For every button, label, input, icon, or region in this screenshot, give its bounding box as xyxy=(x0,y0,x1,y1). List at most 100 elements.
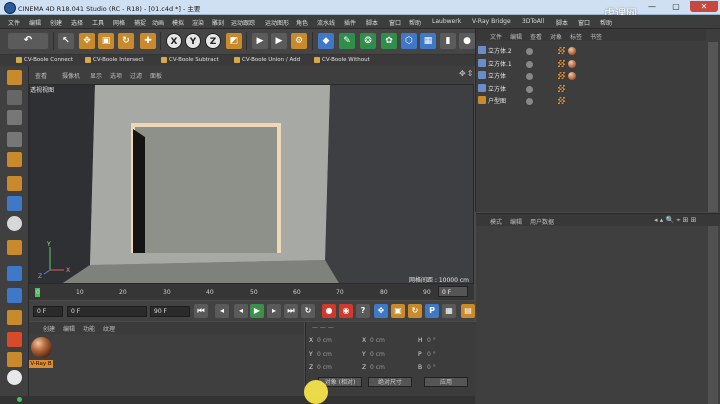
pos-y-value[interactable]: 0 cm xyxy=(317,351,332,358)
menu-pipeline[interactable]: 流水线 xyxy=(317,18,335,27)
om-menu-view[interactable]: 查看 xyxy=(530,32,542,41)
record-icon[interactable]: ● xyxy=(322,304,336,318)
solo-icon[interactable] xyxy=(7,288,22,303)
play-icon[interactable]: ▶ xyxy=(250,304,264,318)
move-tool-icon[interactable]: ✥ xyxy=(79,33,95,49)
texture-tag-icon[interactable] xyxy=(558,47,565,54)
rot-b-value[interactable]: 0 ° xyxy=(427,364,436,371)
prev-frame-icon[interactable]: ◂ xyxy=(234,304,248,318)
script-s-icon[interactable] xyxy=(7,370,22,385)
go-to-start-icon[interactable]: ⏮ xyxy=(194,304,208,318)
last-tool-icon[interactable]: ✚ xyxy=(140,33,156,49)
rot-p-value[interactable]: 0 ° xyxy=(427,351,436,358)
prev-key-icon[interactable]: ◂ xyxy=(215,304,229,318)
timeline-ruler[interactable]: 0 10 20 30 40 50 60 70 80 90 0 F xyxy=(29,284,474,300)
rot-h-value[interactable]: 0 ° xyxy=(427,337,436,344)
menu-motion-tracking[interactable]: 运动跟踪 xyxy=(231,18,255,27)
keyframe-selection-icon[interactable]: ? xyxy=(356,304,370,318)
texture-tag-icon[interactable] xyxy=(558,97,565,104)
texture-tag-icon[interactable] xyxy=(558,72,565,79)
pos-x-value[interactable]: 0 cm xyxy=(317,337,332,344)
am-menu-user-data[interactable]: 用户数据 xyxy=(530,217,554,226)
menu-help[interactable]: 帮助 xyxy=(409,18,421,27)
visibility-dot[interactable] xyxy=(526,98,533,105)
workplane-icon[interactable] xyxy=(7,240,22,255)
material-tag-icon[interactable] xyxy=(568,72,576,80)
perspective-viewport[interactable]: Y X Z xyxy=(29,84,474,284)
object-row-cube1[interactable]: 立方体.1 xyxy=(478,59,512,69)
preview-range-slider[interactable]: 0 F xyxy=(67,306,147,317)
key-pla-icon[interactable]: ▦ xyxy=(442,304,456,318)
menu-window[interactable]: 窗口 xyxy=(389,18,401,27)
material-name-label[interactable]: V-Ray B xyxy=(29,360,53,368)
sculpt-icon[interactable] xyxy=(7,332,22,347)
menu-3dtoall[interactable]: 3DToAll xyxy=(522,18,544,25)
go-to-end-icon[interactable]: ⏭ xyxy=(284,304,298,318)
menu-mograph[interactable]: 运动图形 xyxy=(265,18,289,27)
select-tool-icon[interactable]: ↖ xyxy=(58,33,74,49)
menu-create[interactable]: 创建 xyxy=(50,18,62,27)
camera-icon[interactable]: ▮ xyxy=(440,33,456,49)
subdivision-icon[interactable]: ❂ xyxy=(360,33,376,49)
paint-icon[interactable] xyxy=(7,352,22,367)
menu-mesh[interactable]: 网格 xyxy=(113,18,125,27)
cv-boole-subtract-button[interactable]: CV-Boole Subtract xyxy=(160,56,219,65)
close-button[interactable]: ✕ xyxy=(690,1,718,12)
vp-menu-view[interactable]: 查看 xyxy=(35,71,47,80)
menu-animate[interactable]: 动画 xyxy=(152,18,164,27)
menu-script[interactable]: 脚本 xyxy=(366,18,378,27)
key-position-icon[interactable]: ✥ xyxy=(374,304,388,318)
object-manager-scrollbar[interactable] xyxy=(708,42,718,212)
cv-boole-intersect-button[interactable]: CV-Boole Intersect xyxy=(84,56,144,65)
menu-select[interactable]: 选择 xyxy=(71,18,83,27)
z-axis-lock-button[interactable]: Z xyxy=(205,33,221,49)
key-parameter-icon[interactable]: P xyxy=(425,304,439,318)
coordinate-system-icon[interactable]: ◩ xyxy=(226,33,242,49)
rotate-tool-icon[interactable]: ↻ xyxy=(118,33,134,49)
texture-mode-icon[interactable] xyxy=(7,110,22,125)
minimize-button[interactable]: — xyxy=(640,1,664,12)
menu-window-2[interactable]: 窗口 xyxy=(578,18,590,27)
timeline-window-icon[interactable]: ▤ xyxy=(461,304,475,318)
vp-menu-camera[interactable]: 摄像机 xyxy=(62,71,80,80)
menu-help-2[interactable]: 帮助 xyxy=(600,18,612,27)
am-nav-icons[interactable]: ◂ ▴ 🔍 ⌖ ⊞ ⊞ xyxy=(654,216,697,225)
coord-size-dropdown[interactable]: 绝对尺寸 xyxy=(368,377,412,387)
mat-menu-create[interactable]: 创建 xyxy=(43,324,55,333)
undo-button[interactable]: ↶ xyxy=(8,33,48,49)
visibility-dot[interactable] xyxy=(526,86,533,93)
snap-icon[interactable] xyxy=(7,216,22,231)
points-mode-icon[interactable] xyxy=(7,132,22,147)
size-z-value[interactable]: 0 cm xyxy=(370,364,385,371)
object-row-floorplan[interactable]: 户型图 xyxy=(478,96,506,106)
vray-material-swatch[interactable] xyxy=(31,337,52,358)
render-picture-viewer-icon[interactable]: ▶ xyxy=(271,33,287,49)
material-tag-icon[interactable] xyxy=(568,60,576,68)
texture-tag-icon[interactable] xyxy=(558,85,565,92)
visibility-dot[interactable] xyxy=(526,48,533,55)
am-menu-edit[interactable]: 编辑 xyxy=(510,217,522,226)
texture-tag-icon[interactable] xyxy=(558,60,565,67)
visibility-dot[interactable] xyxy=(526,73,533,80)
om-menu-file[interactable]: 文件 xyxy=(490,32,502,41)
light-icon[interactable]: ● xyxy=(459,33,475,49)
cv-boole-connect-button[interactable]: CV-Boole Connect xyxy=(15,56,73,65)
y-axis-lock-button[interactable]: Y xyxy=(185,33,201,49)
cube-primitive-icon[interactable]: ◆ xyxy=(318,33,334,49)
current-frame-field[interactable]: 0 F xyxy=(438,286,468,297)
loop-icon[interactable]: ↻ xyxy=(301,304,315,318)
menu-file[interactable]: 文件 xyxy=(8,18,20,27)
pos-z-value[interactable]: 0 cm xyxy=(317,364,332,371)
key-scale-icon[interactable]: ▣ xyxy=(391,304,405,318)
render-settings-icon[interactable]: ⚙ xyxy=(291,33,307,49)
scale-tool-icon[interactable]: ▣ xyxy=(98,33,114,49)
cv-boole-without-button[interactable]: CV-Boole Without xyxy=(313,56,370,65)
layer-icon[interactable] xyxy=(7,266,22,281)
menu-character[interactable]: 角色 xyxy=(296,18,308,27)
cv-boole-union-button[interactable]: CV-Boole Union / Add xyxy=(233,56,300,65)
om-menu-tags[interactable]: 标签 xyxy=(570,32,582,41)
coord-apply-button[interactable]: 应用 xyxy=(424,377,468,387)
am-menu-mode[interactable]: 模式 xyxy=(490,217,502,226)
model-mode-icon[interactable] xyxy=(7,90,22,105)
om-menu-edit[interactable]: 编辑 xyxy=(510,32,522,41)
